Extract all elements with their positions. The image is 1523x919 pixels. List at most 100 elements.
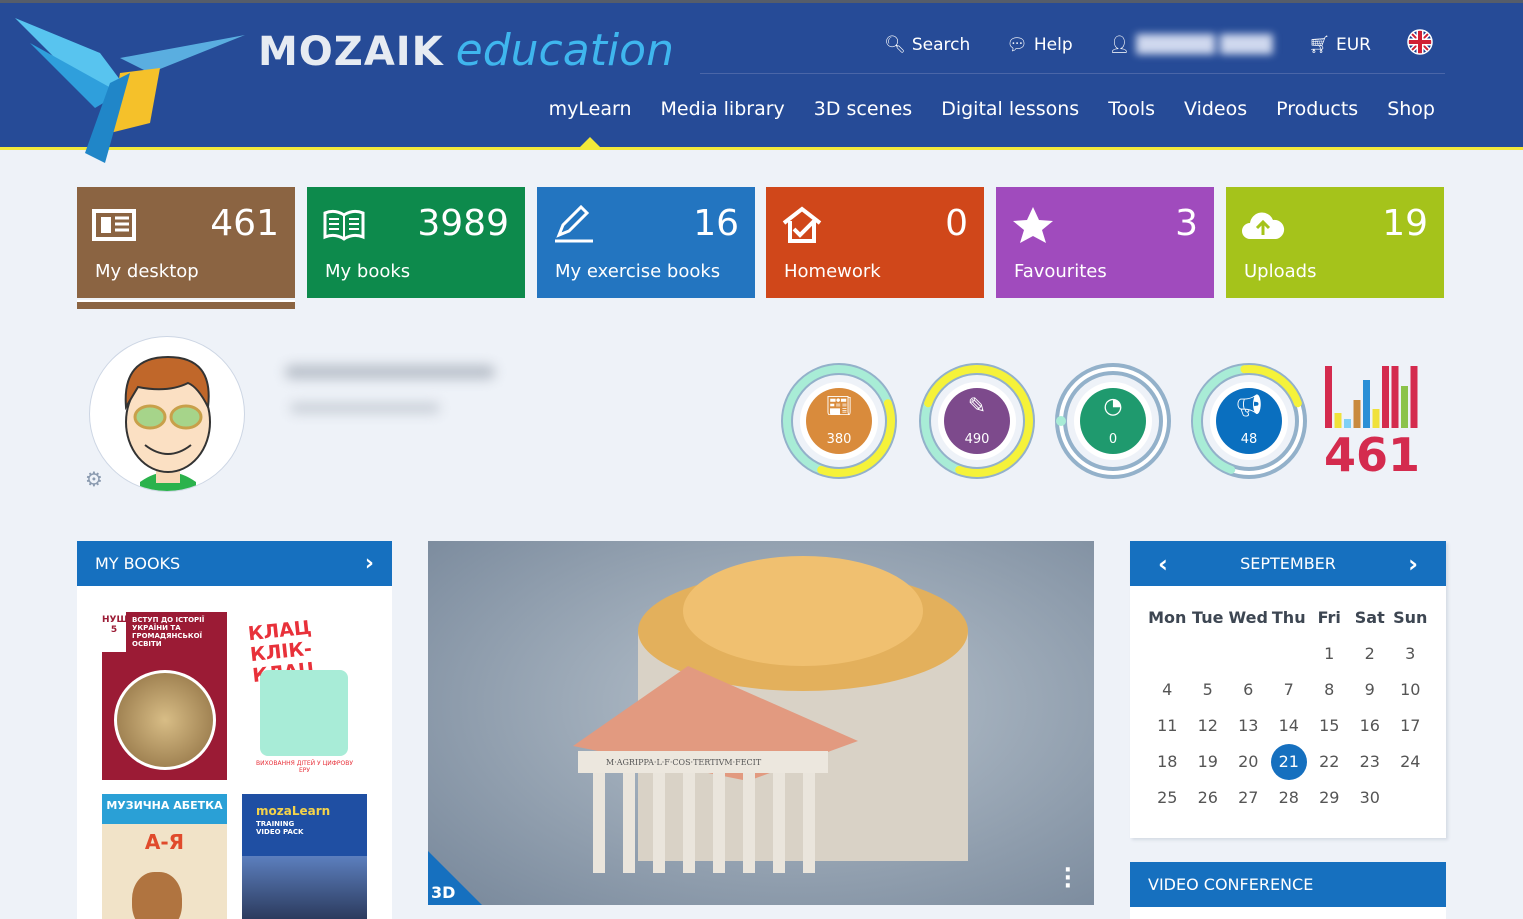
calendar-day[interactable]: 25 (1147, 784, 1188, 820)
nav-tools[interactable]: Tools (1108, 98, 1155, 120)
calendar-day[interactable]: 12 (1188, 712, 1229, 748)
user-menu[interactable]: 👤︎ ██████ ████ (1109, 35, 1273, 55)
featured-3d-scene[interactable]: M·AGRIPPA·L·F·COS·TERTIVM·FECIT 3D · · · (428, 541, 1094, 905)
avatar[interactable] (89, 336, 245, 492)
nav-shop[interactable]: Shop (1387, 98, 1435, 120)
tile-my-exercise-books[interactable]: 16 My exercise books (537, 187, 755, 298)
book-cover[interactable]: НУШ 5 ВСТУП ДО ІСТОРІЇ УКРАЇНИ ТА ГРОМАД… (102, 612, 227, 780)
calendar-day[interactable]: 18 (1147, 748, 1188, 784)
calendar-day[interactable]: 27 (1228, 784, 1269, 820)
calendar-day[interactable]: 7 (1269, 676, 1310, 712)
calendar-day (1269, 640, 1310, 676)
calendar-day[interactable]: 10 (1390, 676, 1431, 712)
search-link[interactable]: 🔍︎ Search (884, 35, 970, 55)
nav-3d-scenes[interactable]: 3D scenes (814, 98, 912, 120)
pantheon-image: M·AGRIPPA·L·F·COS·TERTIVM·FECIT (573, 556, 968, 873)
stat-ring[interactable]: ✎ 490 (917, 361, 1037, 481)
svg-text:M·AGRIPPA·L·F·COS·TERTIVM·FECI: M·AGRIPPA·L·F·COS·TERTIVM·FECIT (606, 758, 762, 767)
settings-gear-icon[interactable]: ⚙ (85, 467, 103, 491)
activity-bar (1382, 366, 1389, 428)
calendar-day[interactable]: 13 (1228, 712, 1269, 748)
calendar-day (1228, 640, 1269, 676)
calendar-day[interactable]: 15 (1309, 712, 1350, 748)
cloud-upload-icon (1242, 212, 1285, 239)
calendar-day[interactable]: 5 (1188, 676, 1229, 712)
calendar-day[interactable]: 9 (1350, 676, 1391, 712)
calendar-month: SEPTEMBER (1240, 554, 1336, 573)
language-selector[interactable] (1407, 29, 1433, 60)
book-cover[interactable]: МУЗИЧНА АБЕТКА А-Я (102, 794, 227, 919)
calendar-day[interactable]: 2 (1350, 640, 1391, 676)
activity-bar (1401, 386, 1408, 428)
calendar-grid: Mon Tue Wed Thu Fri Sat Sun 1 2 3 4 5 6 7 8 9 10 11 12 13 14… (1130, 604, 1446, 820)
kingfisher-logo-icon[interactable] (10, 13, 245, 163)
stat-ring[interactable]: 📰︎ 380 (779, 361, 899, 481)
divider (700, 73, 1445, 74)
star-icon (1013, 207, 1053, 243)
calendar-day[interactable]: 4 (1147, 676, 1188, 712)
document-icon: 📰︎ (825, 394, 853, 419)
megaphone-icon: 📢︎ (1235, 394, 1263, 419)
calendar-day (1390, 784, 1431, 820)
logo[interactable]: MOZAIK education (258, 25, 674, 76)
weekday-label: Tue (1192, 608, 1224, 627)
activity-bar (1353, 400, 1361, 428)
calendar-day[interactable]: 14 (1269, 712, 1310, 748)
calendar-day[interactable]: 28 (1269, 784, 1310, 820)
calendar-day[interactable]: 26 (1188, 784, 1229, 820)
calendar-day[interactable]: 16 (1350, 712, 1391, 748)
calendar-day[interactable]: 8 (1309, 676, 1350, 712)
3d-badge: 3D (431, 883, 456, 902)
help-link[interactable]: 💬︎ Help (1006, 35, 1072, 55)
tile-uploads[interactable]: 19 Uploads (1226, 187, 1444, 298)
book-cover[interactable]: КЛАЦ КЛІК-КЛАЦ ВИХОВАННЯ ДІТЕЙ У ЦИФРОВУ… (242, 612, 367, 780)
nav-products[interactable]: Products (1276, 98, 1358, 120)
calendar-day[interactable]: 1 (1309, 640, 1350, 676)
weekday-label: Sat (1354, 608, 1385, 627)
stat-ring[interactable]: ◔ 0 (1053, 361, 1173, 481)
my-books-panel: MY BOOKS › НУШ 5 ВСТУП ДО ІСТОРІЇ УКРАЇНИ… (77, 541, 392, 919)
calendar-day[interactable]: 11 (1147, 712, 1188, 748)
chevron-right-icon[interactable]: › (365, 551, 374, 576)
prev-month-button[interactable]: ‹ (1158, 550, 1168, 578)
nav-videos[interactable]: Videos (1184, 98, 1247, 120)
weekday-label: Thu (1271, 608, 1306, 627)
tile-favourites[interactable]: 3 Favourites (996, 187, 1214, 298)
my-books-header[interactable]: MY BOOKS › (77, 541, 392, 586)
speedometer-icon: ◔ (1103, 394, 1123, 419)
tile-my-desktop[interactable]: 461 My desktop (77, 187, 295, 298)
calendar-day[interactable]: 20 (1228, 748, 1269, 784)
activity-bar (1372, 409, 1380, 428)
calendar-day[interactable]: 24 (1390, 748, 1431, 784)
activity-bar (1344, 419, 1351, 428)
calendar-day[interactable]: 22 (1309, 748, 1350, 784)
weekday-label: Mon (1148, 608, 1187, 627)
stat-ring[interactable]: 📢︎ 48 (1189, 361, 1309, 481)
calendar-day (1188, 640, 1229, 676)
tile-homework[interactable]: 0 Homework (766, 187, 984, 298)
calendar-day-today[interactable]: 21 (1269, 744, 1310, 784)
search-icon: 🔍︎ (884, 34, 906, 55)
nav-mylearn[interactable]: myLearn (549, 98, 632, 148)
desktop-icon (92, 209, 136, 241)
calendar-day[interactable]: 19 (1188, 748, 1229, 784)
activity-bar (1410, 366, 1418, 428)
calendar-day[interactable]: 3 (1390, 640, 1431, 676)
calendar-day[interactable]: 6 (1228, 676, 1269, 712)
brushes-icon: ✎ (967, 394, 987, 419)
calendar-day[interactable]: 17 (1390, 712, 1431, 748)
help-icon: 💬︎ (1006, 34, 1028, 55)
weekday-label: Wed (1228, 608, 1268, 627)
site-header: MOZAIK education 🔍︎ Search 💬︎ Help 👤︎ █████… (0, 0, 1523, 163)
next-month-button[interactable]: › (1408, 550, 1418, 578)
nav-digital-lessons[interactable]: Digital lessons (941, 98, 1079, 120)
calendar-day[interactable]: 23 (1350, 748, 1391, 784)
calendar-day[interactable]: 29 (1309, 784, 1350, 820)
nav-media-library[interactable]: Media library (661, 98, 785, 120)
cart-currency[interactable]: 🛒︎ EUR (1308, 35, 1371, 55)
video-conference-header[interactable]: VIDEO CONFERENCE (1130, 862, 1446, 907)
more-options-icon[interactable]: · · · (1064, 860, 1072, 898)
book-cover[interactable]: mozaLearn TRAINING VIDEO PACK (242, 794, 367, 919)
tile-my-books[interactable]: 3989 My books (307, 187, 525, 298)
calendar-day[interactable]: 30 (1350, 784, 1391, 820)
